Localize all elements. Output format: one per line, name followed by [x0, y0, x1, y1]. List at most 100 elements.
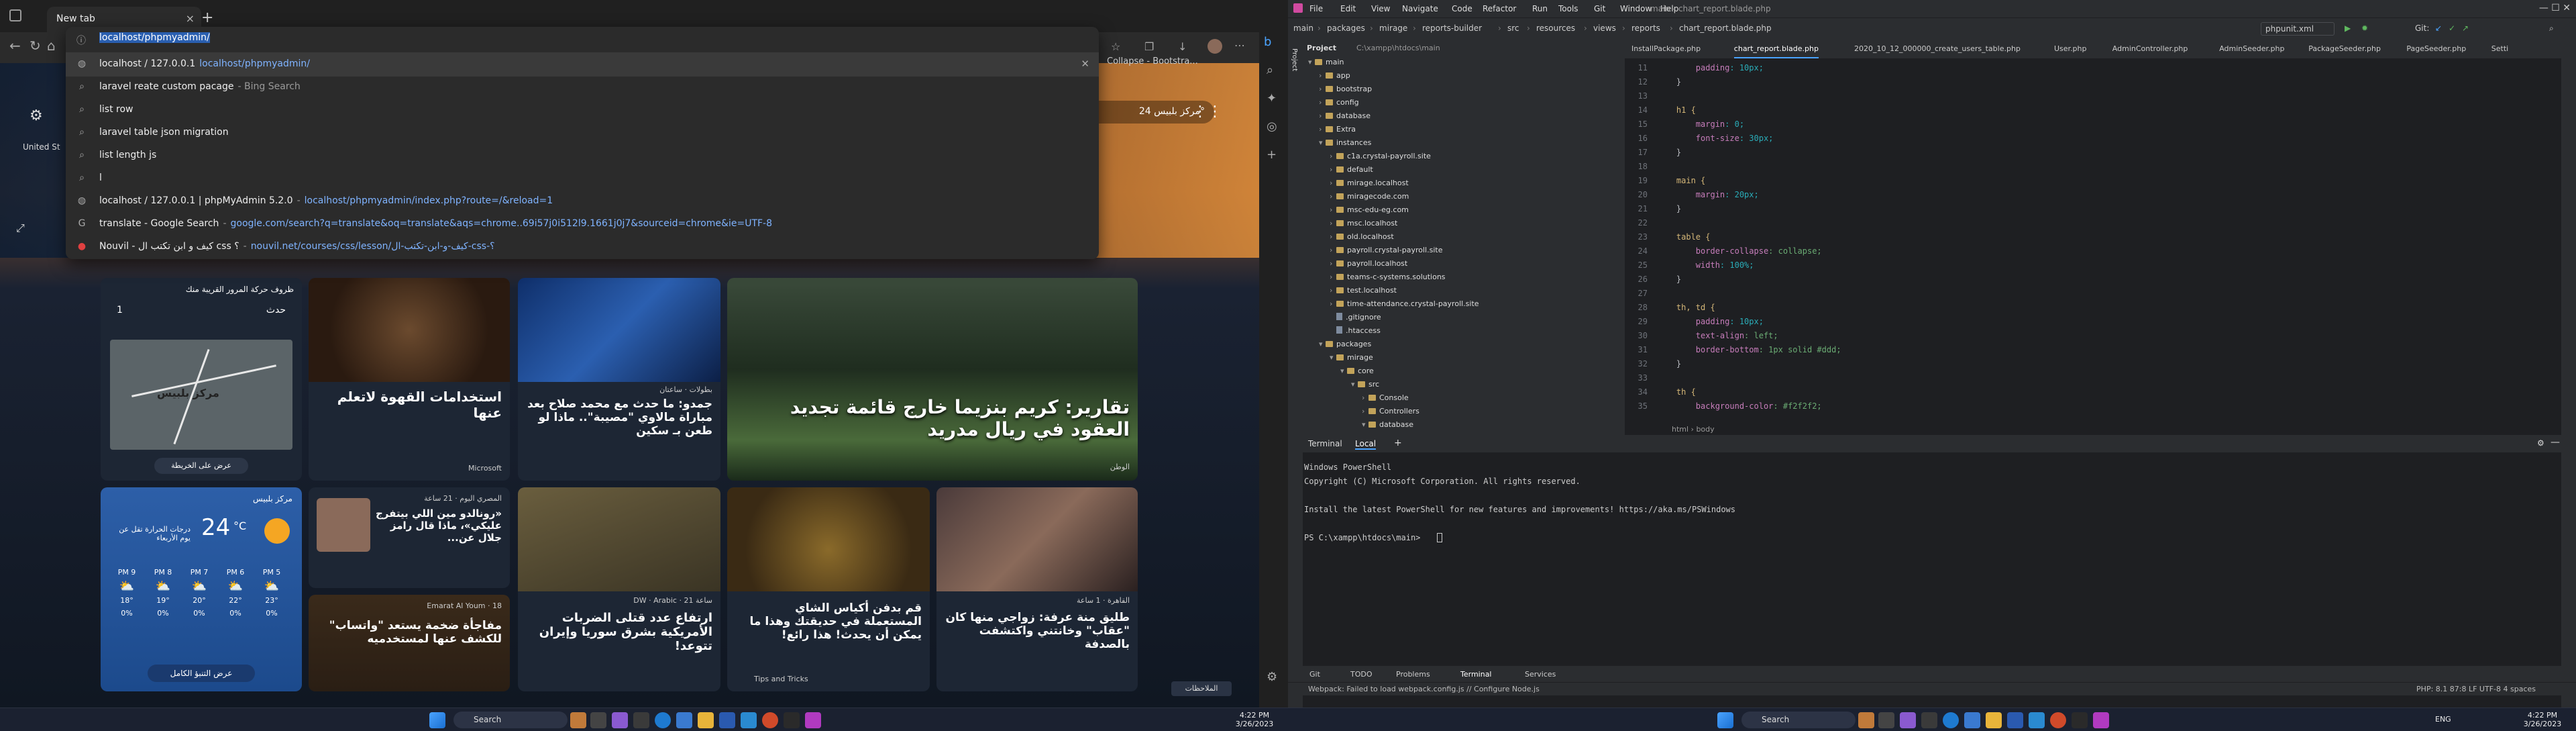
- news-card-benzema[interactable]: تقارير: كريم بنزيما خارج قائمة تجديد الع…: [727, 278, 1138, 481]
- tree-item[interactable]: ▾ packages: [1319, 340, 1371, 348]
- firefox-icon[interactable]: [762, 712, 778, 728]
- terminal-panel[interactable]: Windows PowerShell Copyright (C) Microsof…: [1303, 435, 2561, 670]
- new-terminal-icon[interactable]: +: [1394, 438, 1402, 448]
- tree-item[interactable]: › msc.localhost: [1330, 219, 1397, 228]
- git-commit-icon[interactable]: ✓: [2449, 23, 2455, 33]
- refresh-icon[interactable]: ↻: [30, 38, 41, 54]
- expand-icon[interactable]: ⤢: [16, 222, 25, 235]
- menu-code[interactable]: Code: [1452, 4, 1472, 13]
- editor-tab[interactable]: chart_report.blade.php: [1733, 44, 1819, 58]
- breadcrumb-item[interactable]: main: [1293, 23, 1313, 33]
- search-everywhere-icon[interactable]: ⌕: [2549, 23, 2554, 34]
- taskbar-search[interactable]: Search: [1741, 712, 1856, 728]
- tree-item[interactable]: › app: [1319, 71, 1350, 80]
- git-update-icon[interactable]: ↙: [2435, 23, 2442, 33]
- debug-icon[interactable]: ✹: [2361, 23, 2368, 33]
- breadcrumb-item[interactable]: resources: [1536, 23, 1575, 33]
- tree-item[interactable]: › test.localhost: [1330, 286, 1397, 295]
- terminal-tab[interactable]: Terminal: [1308, 439, 1342, 448]
- bottom-tab-services[interactable]: Services: [1525, 670, 1556, 679]
- traffic-card[interactable]: ظروف حركة المرور القريبة منك حدث 1 مركز …: [101, 278, 302, 481]
- start-icon[interactable]: [1717, 712, 1733, 728]
- collections-icon[interactable]: ❐: [1144, 40, 1154, 53]
- tree-item[interactable]: ▾ mirage: [1330, 353, 1373, 362]
- project-tool-tab[interactable]: Project: [1291, 48, 1298, 71]
- tree-item[interactable]: › msc-edu-eg.com: [1330, 205, 1409, 214]
- tree-item[interactable]: › Console: [1362, 393, 1409, 402]
- menu-git[interactable]: Git: [1594, 4, 1605, 13]
- tree-item[interactable]: › time-attendance.crystal-payroll.site: [1330, 299, 1479, 308]
- bottom-tab-terminal[interactable]: Terminal: [1460, 670, 1492, 679]
- sidebar-settings-icon[interactable]: ⚙: [1267, 670, 1277, 684]
- apps-grid-icon[interactable]: ⋮⋮: [1193, 103, 1222, 120]
- tree-item[interactable]: .gitignore: [1330, 313, 1381, 322]
- teams-icon[interactable]: [612, 712, 628, 728]
- tree-item[interactable]: › config: [1319, 98, 1359, 107]
- suggestion-row[interactable]: Gtranslate - Google Search - google.com/se…: [66, 212, 1099, 236]
- store-icon[interactable]: [1964, 712, 1980, 728]
- home-icon[interactable]: ⌂: [47, 38, 56, 54]
- suggestion-row[interactable]: ⌕ list length js: [66, 144, 1099, 168]
- menu-view[interactable]: View: [1371, 4, 1390, 13]
- suggestion-row[interactable]: ⌕ l: [66, 166, 1099, 191]
- feedback-button[interactable]: الملاحظات: [1171, 681, 1232, 696]
- suggestion-row[interactable]: ⌕ list row: [66, 98, 1099, 122]
- add-sidebar-icon[interactable]: +: [1267, 148, 1277, 162]
- news-card-syria[interactable]: DW · Arabic · 21 ساعة ارتفاع عدد قتلى ال…: [518, 487, 720, 691]
- editor-tab[interactable]: User.php: [2054, 44, 2087, 53]
- git-push-icon[interactable]: ↗: [2462, 23, 2469, 33]
- project-panel-title[interactable]: Project: [1307, 44, 1336, 52]
- suggestion-row[interactable]: ◍ localhost / 127.0.0.1 | phpMyAdmin 5.2.…: [66, 189, 1099, 213]
- tree-item[interactable]: .htaccess: [1330, 326, 1381, 335]
- view-map-button[interactable]: عرض على الخريطة: [154, 458, 248, 474]
- run-icon[interactable]: ▶: [2345, 23, 2351, 33]
- start-icon[interactable]: [429, 712, 445, 728]
- breadcrumb-item[interactable]: src: [1507, 23, 1519, 33]
- downloads-icon[interactable]: ↓: [1178, 40, 1187, 53]
- bookmark-collapse[interactable]: Collapse - Bootstra...: [1107, 56, 1198, 66]
- editor-tab[interactable]: InstallPackage.php: [1631, 44, 1701, 53]
- editor-tab[interactable]: PageSeeder.php: [2406, 44, 2466, 53]
- editor-breadcrumb[interactable]: html › body: [1625, 425, 2561, 435]
- edge-icon[interactable]: [1943, 712, 1959, 728]
- editor-tab[interactable]: PackageSeeder.php: [2308, 44, 2381, 53]
- phpstorm-icon[interactable]: [805, 712, 821, 728]
- remove-suggestion-icon[interactable]: ✕: [1081, 58, 1089, 70]
- tree-item[interactable]: › c1a.crystal-payroll.site: [1330, 152, 1431, 160]
- tree-item[interactable]: ▾ core: [1340, 367, 1374, 375]
- bottom-tab-todo[interactable]: TODO: [1350, 670, 1373, 679]
- traffic-map[interactable]: مركز بلبيس: [110, 340, 292, 450]
- breadcrumb-item[interactable]: chart_report.blade.php: [1679, 23, 1772, 33]
- mail-icon[interactable]: [2029, 712, 2045, 728]
- suggestion-row[interactable]: ● Nouvil - كيف و ابن تكتب ال css ؟ - nouvil…: [66, 235, 1099, 259]
- address-input[interactable]: localhost/phpmyadmin/: [66, 27, 1099, 52]
- word-icon[interactable]: [719, 712, 735, 728]
- tree-item[interactable]: › old.localhost: [1330, 232, 1394, 241]
- store-icon[interactable]: [676, 712, 692, 728]
- terminal-settings-icon[interactable]: ⚙: [2537, 438, 2544, 448]
- bing-chat-icon[interactable]: b: [1264, 35, 1271, 49]
- teams-icon[interactable]: [1900, 712, 1916, 728]
- close-tab-icon[interactable]: ×: [186, 12, 195, 25]
- news-card-tea[interactable]: قم بدفن أكياس الشاي المستعملة في حديقتك …: [727, 487, 930, 691]
- weather-card[interactable]: مركز بلبيس 24 °C درجات الحرارة تقل عن يو…: [101, 487, 302, 691]
- new-tab-button[interactable]: +: [201, 9, 213, 26]
- tree-item[interactable]: ▾ database: [1362, 420, 1413, 429]
- news-card-whatsapp[interactable]: Emarat Al Youm · 18 مفاجأة ضخمة يستعد "و…: [309, 595, 510, 691]
- github-icon[interactable]: [784, 712, 800, 728]
- run-config-select[interactable]: phpunit.xml: [2261, 22, 2334, 36]
- menu-edit[interactable]: Edit: [1340, 4, 1356, 13]
- tree-item[interactable]: › miragecode.com: [1330, 192, 1409, 201]
- tree-item[interactable]: ▾ instances: [1319, 138, 1371, 147]
- bottom-tab-git[interactable]: Git: [1309, 670, 1320, 679]
- editor-tab[interactable]: AdminController.php: [2112, 44, 2188, 53]
- menu-navigate[interactable]: Navigate: [1402, 4, 1438, 13]
- terminal-app-icon[interactable]: [1921, 712, 1937, 728]
- menu-window[interactable]: Window: [1620, 4, 1652, 13]
- favorites-icon[interactable]: ☆: [1111, 40, 1120, 53]
- news-card-salah[interactable]: بطولات · ساعتان جمدو: ما حدث مع محمد صلا…: [518, 278, 720, 481]
- app-icon[interactable]: [570, 712, 586, 728]
- task-view-icon[interactable]: [590, 712, 606, 728]
- app-icon[interactable]: [1858, 712, 1874, 728]
- edge-icon[interactable]: [655, 712, 671, 728]
